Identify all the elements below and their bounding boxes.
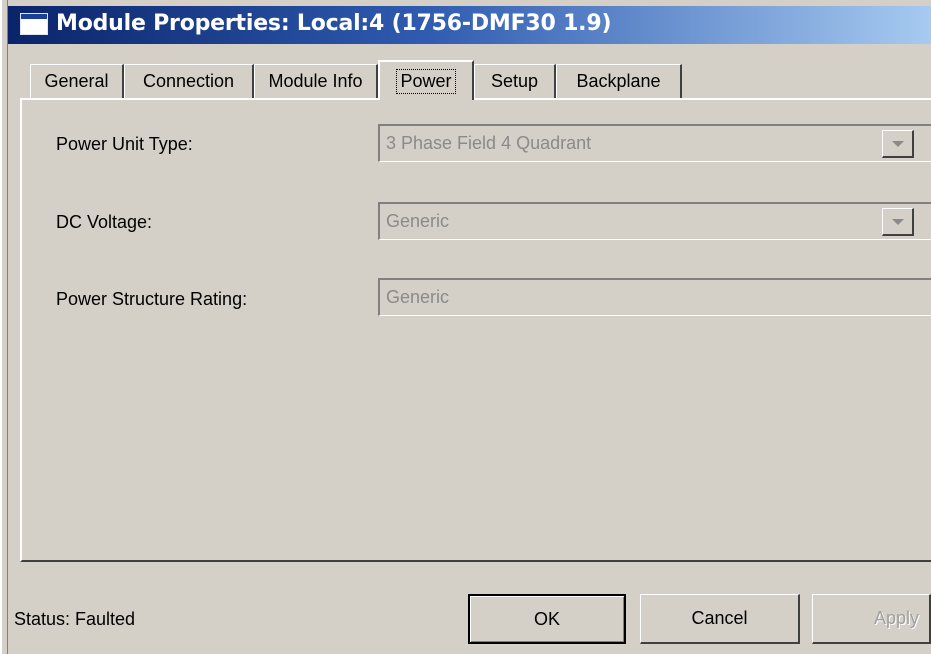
window-left-border	[0, 0, 8, 654]
tab-connection[interactable]: Connection	[124, 64, 254, 98]
cancel-button[interactable]: Cancel	[640, 594, 800, 644]
tab-connection-label: Connection	[142, 71, 235, 91]
tab-general[interactable]: General	[30, 64, 124, 98]
tab-power[interactable]: Power	[378, 60, 474, 100]
tab-setup-label: Setup	[490, 71, 539, 91]
status-text: Status: Faulted	[14, 609, 136, 629]
tab-backplane[interactable]: Backplane	[556, 64, 682, 98]
apply-button[interactable]: Apply	[812, 594, 931, 644]
cancel-button-label: Cancel	[691, 608, 748, 628]
tab-backplane-label: Backplane	[576, 71, 661, 91]
apply-button-label: Apply	[873, 608, 919, 628]
window-title: Module Properties: Local:4 (1756-DMF30 1…	[56, 11, 612, 36]
power-tab-panel	[20, 98, 931, 562]
tab-power-label: Power	[396, 68, 456, 94]
tab-setup[interactable]: Setup	[474, 64, 556, 98]
tab-general-label: General	[44, 71, 109, 91]
window-icon	[20, 13, 48, 35]
tab-module-info[interactable]: Module Info	[254, 64, 378, 98]
title-bar[interactable]: Module Properties: Local:4 (1756-DMF30 1…	[8, 6, 931, 44]
tab-module-info-label: Module Info	[268, 71, 363, 91]
ok-button[interactable]: OK	[468, 594, 626, 644]
ok-button-label: OK	[533, 608, 560, 629]
module-properties-dialog: Module Properties: Local:4 (1756-DMF30 1…	[0, 0, 931, 654]
